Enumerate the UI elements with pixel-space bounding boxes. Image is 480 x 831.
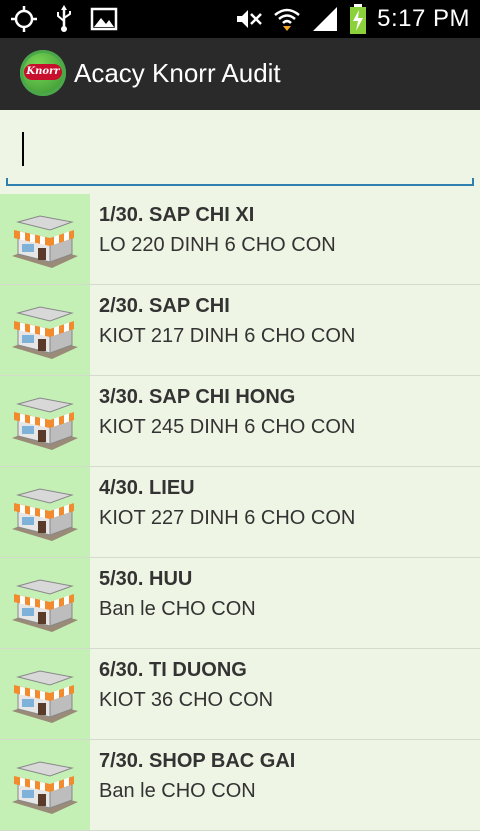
list-item[interactable]: 7/30. SHOP BAC GAI Ban le CHO CON	[0, 740, 480, 831]
shop-icon	[12, 670, 78, 723]
list-item[interactable]: 5/30. HUU Ban le CHO CON	[0, 558, 480, 649]
text-cursor	[22, 132, 24, 166]
gps-icon	[11, 6, 37, 32]
store-list[interactable]: 1/30. SAP CHI XI LO 220 DINH 6 CHO CON 2…	[0, 194, 480, 831]
store-thumb	[0, 649, 90, 739]
store-name: 6/30. TI DUONG	[99, 659, 247, 681]
shop-icon	[12, 488, 78, 541]
list-item[interactable]: 2/30. SAP CHI KIOT 217 DINH 6 CHO CON	[0, 285, 480, 376]
app-title: Acacy Knorr Audit	[74, 58, 281, 88]
action-bar: Knorr Acacy Knorr Audit	[0, 38, 480, 112]
store-address: KIOT 245 DINH 6 CHO CON	[99, 416, 356, 438]
store-thumb	[0, 467, 90, 557]
clock: 5:17 PM	[377, 5, 470, 32]
shop-icon	[12, 397, 78, 450]
store-address: KIOT 36 CHO CON	[99, 689, 274, 711]
shop-icon	[12, 215, 78, 268]
list-item[interactable]: 4/30. LIEU KIOT 227 DINH 6 CHO CON	[0, 467, 480, 558]
store-name: 5/30. HUU	[99, 568, 193, 590]
store-thumb	[0, 194, 90, 284]
store-thumb	[0, 285, 90, 375]
store-name: 3/30. SAP CHI HONG	[99, 386, 296, 408]
store-name: 4/30. LIEU	[99, 477, 195, 499]
battery-charging-icon	[350, 4, 367, 34]
shop-icon	[12, 761, 78, 814]
store-thumb	[0, 376, 90, 466]
wifi-icon	[274, 8, 300, 31]
store-address: Ban le CHO CON	[99, 598, 256, 620]
list-item[interactable]: 3/30. SAP CHI HONG KIOT 245 DINH 6 CHO C…	[0, 376, 480, 467]
app-logo-icon[interactable]: Knorr	[20, 50, 66, 96]
signal-icon	[313, 7, 338, 31]
status-bar: 5:17 PM	[0, 0, 480, 38]
image-icon	[90, 7, 118, 31]
shop-icon	[12, 579, 78, 632]
store-address: LO 220 DINH 6 CHO CON	[99, 234, 336, 256]
store-name: 1/30. SAP CHI XI	[99, 204, 255, 226]
store-name: 7/30. SHOP BAC GAI	[99, 750, 296, 772]
logo-text: Knorr	[24, 64, 62, 80]
system-icons: 5:17 PM	[235, 2, 470, 36]
store-thumb	[0, 740, 90, 830]
shop-icon	[12, 306, 78, 359]
store-address: KIOT 217 DINH 6 CHO CON	[99, 325, 356, 347]
list-item[interactable]: 6/30. TI DUONG KIOT 36 CHO CON	[0, 649, 480, 740]
usb-icon	[57, 5, 71, 32]
store-address: KIOT 227 DINH 6 CHO CON	[99, 507, 356, 529]
search-area	[0, 110, 480, 194]
notification-icons	[10, 5, 118, 33]
list-item[interactable]: 1/30. SAP CHI XI LO 220 DINH 6 CHO CON	[0, 194, 480, 285]
mute-icon	[237, 10, 262, 28]
store-thumb	[0, 558, 90, 648]
store-name: 2/30. SAP CHI	[99, 295, 230, 317]
search-underline	[6, 178, 474, 186]
